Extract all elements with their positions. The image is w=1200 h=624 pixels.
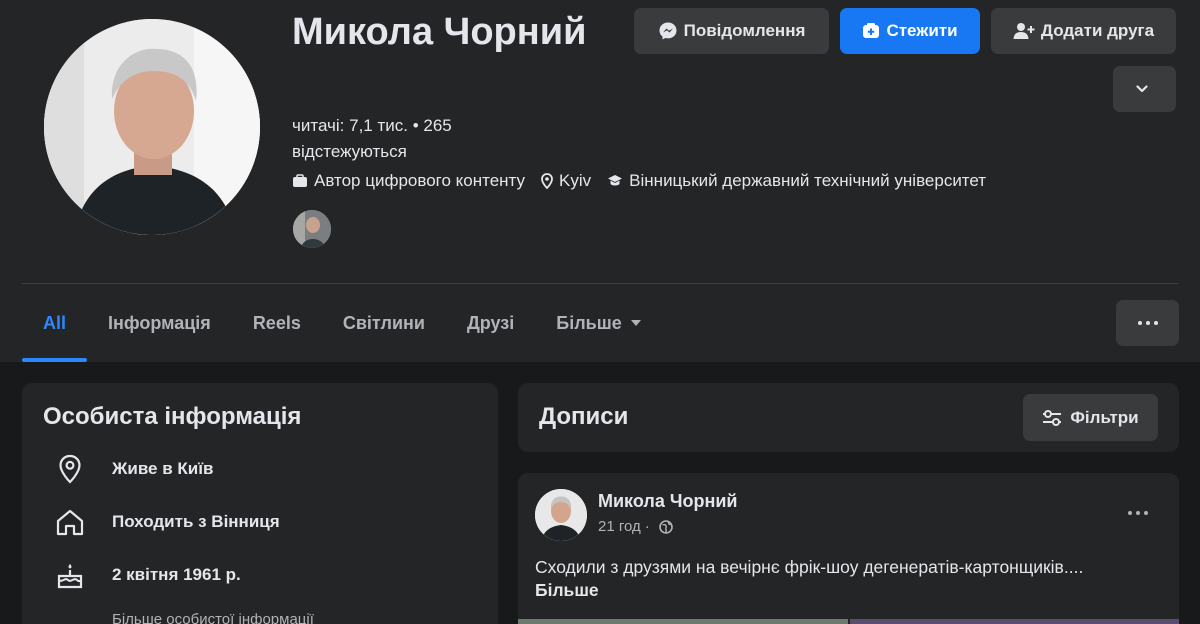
- info-row-from: Походить з Вінниця: [52, 504, 280, 540]
- post-card: Микола Чорний 21 год · Сходили з друзями…: [518, 473, 1179, 624]
- add-friend-button[interactable]: Додати друга: [991, 8, 1176, 54]
- profile-header: Микола Чорний читачі: 7,1 тис. • 265 від…: [0, 0, 1200, 362]
- personal-info-card: Особиста інформація Живе в Київ Походить…: [22, 383, 498, 624]
- location-pin-icon: [541, 173, 553, 189]
- more-dots-icon: [1137, 321, 1158, 325]
- info-birthday-text: 2 квітня 1961 р.: [112, 565, 241, 584]
- caret-down-icon: [630, 320, 641, 326]
- globe-icon: [658, 519, 673, 534]
- message-button-label: Повідомлення: [683, 21, 806, 40]
- profile-name: Микола Чорний: [292, 11, 587, 53]
- tab-more-label: Більше: [556, 312, 622, 333]
- meta-location: Kyiv: [541, 171, 591, 191]
- post-see-more-link[interactable]: Більше: [535, 580, 599, 601]
- mutual-friend-avatar[interactable]: [291, 208, 333, 250]
- tabs-options-button[interactable]: [1116, 300, 1179, 346]
- post-time-separator: ·: [644, 518, 650, 535]
- follow-icon: [863, 23, 880, 38]
- more-dots-icon: [1128, 511, 1148, 515]
- profile-options-button[interactable]: [1113, 66, 1176, 112]
- add-friend-button-label: Додати друга: [1040, 21, 1155, 40]
- meta-occupation: Автор цифрового контенту: [292, 171, 525, 191]
- post-text: Сходили з друзями на вечірнє фрік-шоу де…: [535, 557, 1084, 577]
- post-time-text[interactable]: 21 год: [598, 518, 641, 535]
- posts-title: Дописи: [539, 403, 629, 430]
- tab-more[interactable]: Більше: [535, 284, 662, 362]
- chevron-down-icon: [1135, 85, 1148, 93]
- message-button[interactable]: Повідомлення: [634, 8, 829, 54]
- graduation-cap-icon: [608, 175, 623, 186]
- more-personal-info-link[interactable]: Більше особистої інформації: [112, 611, 314, 624]
- post-image[interactable]: [850, 619, 1179, 624]
- messenger-icon: [659, 22, 677, 40]
- profile-tabs: All Інформація Reels Світлини Друзі Біль…: [22, 284, 663, 362]
- meta-education-label[interactable]: Вінницький державний технічний університ…: [629, 171, 986, 191]
- post-author-name[interactable]: Микола Чорний: [598, 491, 737, 512]
- post-author-avatar[interactable]: [535, 489, 587, 541]
- tab-all[interactable]: All: [22, 284, 88, 362]
- briefcase-icon: [293, 174, 307, 187]
- posts-header-card: Дописи Фільтри: [518, 383, 1179, 452]
- tab-photos[interactable]: Світлини: [322, 284, 446, 362]
- tab-about[interactable]: Інформація: [87, 284, 232, 362]
- post-options-button[interactable]: [1118, 495, 1158, 531]
- info-from-text: Походить з Вінниця: [112, 512, 280, 531]
- sliders-icon: [1043, 409, 1062, 426]
- filters-button-label: Фільтри: [1070, 407, 1139, 427]
- info-row-birthday: 2 квітня 1961 р.: [52, 557, 241, 593]
- meta-location-label[interactable]: Kyiv: [559, 171, 591, 191]
- tab-friends[interactable]: Друзі: [446, 284, 535, 362]
- profile-meta: Автор цифрового контенту Kyiv Вінницький…: [292, 169, 1002, 193]
- personal-info-title: Особиста інформація: [43, 403, 302, 430]
- follow-button[interactable]: Стежити: [840, 8, 980, 54]
- post-timestamp: 21 год ·: [598, 518, 673, 535]
- birthday-cake-icon: [57, 564, 83, 589]
- post-image[interactable]: [518, 619, 848, 624]
- location-pin-icon: [59, 454, 81, 484]
- info-lives-in-text: Живе в Київ: [112, 459, 214, 478]
- filters-button[interactable]: Фільтри: [1023, 394, 1158, 441]
- follow-button-label: Стежити: [886, 21, 958, 40]
- info-row-lives-in: Живе в Київ: [52, 451, 213, 487]
- profile-stats[interactable]: читачі: 7,1 тис. • 265 відстежуються: [292, 113, 522, 165]
- tab-reels[interactable]: Reels: [232, 284, 322, 362]
- meta-education: Вінницький державний технічний університ…: [607, 171, 986, 191]
- meta-occupation-label: Автор цифрового контенту: [314, 171, 526, 190]
- home-icon: [56, 509, 84, 536]
- profile-avatar[interactable]: [40, 15, 264, 239]
- add-friend-icon: [1013, 23, 1035, 39]
